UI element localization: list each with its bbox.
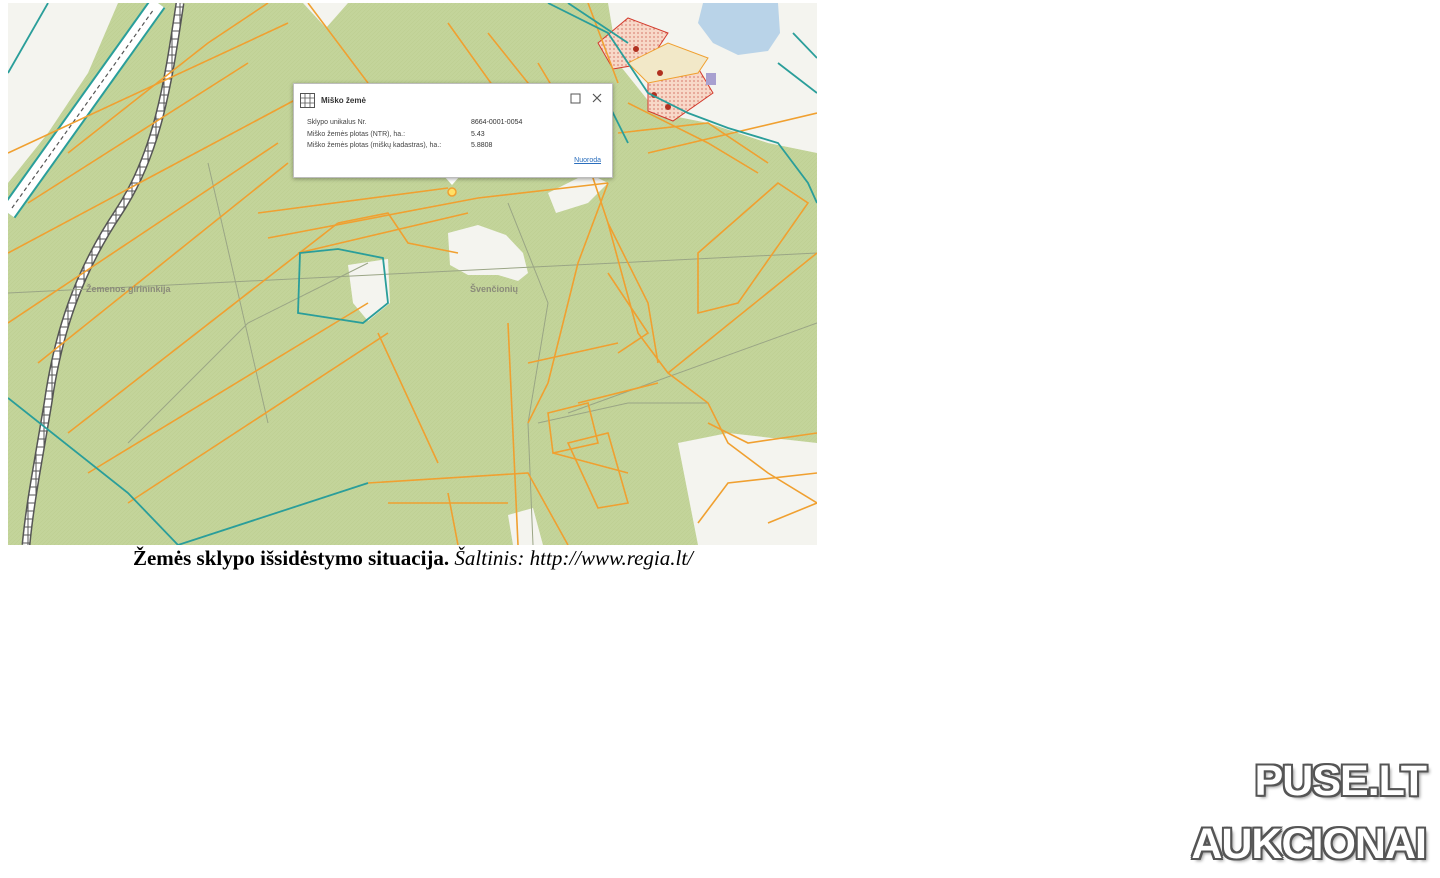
caption-title: Žemės sklypo išsidėstymo situacija.: [132, 546, 450, 570]
popup-row: Miško žemės plotas (miškų kadastras), ha…: [307, 142, 522, 154]
figure-caption: Žemės sklypo išsidėstymo situacija. Šalt…: [0, 546, 826, 571]
row-label: Sklypo unikalus Nr.: [307, 119, 367, 126]
popup-rows: Sklypo unikalus Nr. 8664-0001-0054 Miško…: [307, 119, 522, 154]
row-value: 5.8808: [471, 142, 493, 149]
info-popup: Miško žemė Sklypo unikalus Nr. 8664-0001…: [293, 83, 613, 178]
row-label: Miško žemės plotas (NTR), ha.:: [307, 130, 406, 138]
grid-icon: [300, 93, 315, 108]
row-label: Miško žemės plotas (miškų kadastras), ha…: [307, 142, 442, 149]
map-figure: Žemenos girininkija Švenčionių Miško žem…: [8, 3, 817, 545]
caption-source: Šaltinis: http://www.regia.lt/: [454, 546, 694, 570]
close-icon[interactable]: [591, 92, 603, 104]
reference-link[interactable]: Nuoroda: [574, 157, 601, 164]
row-value: 5.43: [471, 130, 485, 138]
place-label: Švenčionių: [470, 284, 519, 294]
popup-title: Miško žemė: [321, 96, 366, 105]
place-label: Žemenos girininkija: [86, 284, 171, 294]
popup-row: Miško žemės plotas (NTR), ha.: 5.43: [307, 131, 522, 143]
watermark-line1: PUSE.LT: [1254, 757, 1427, 805]
watermark-line2: AUKCIONAI: [1191, 820, 1427, 868]
selected-parcel-marker[interactable]: [447, 187, 457, 197]
popup-row: Sklypo unikalus Nr. 8664-0001-0054: [307, 119, 522, 131]
maximize-icon[interactable]: [570, 93, 581, 104]
row-value: 8664-0001-0054: [471, 119, 523, 126]
